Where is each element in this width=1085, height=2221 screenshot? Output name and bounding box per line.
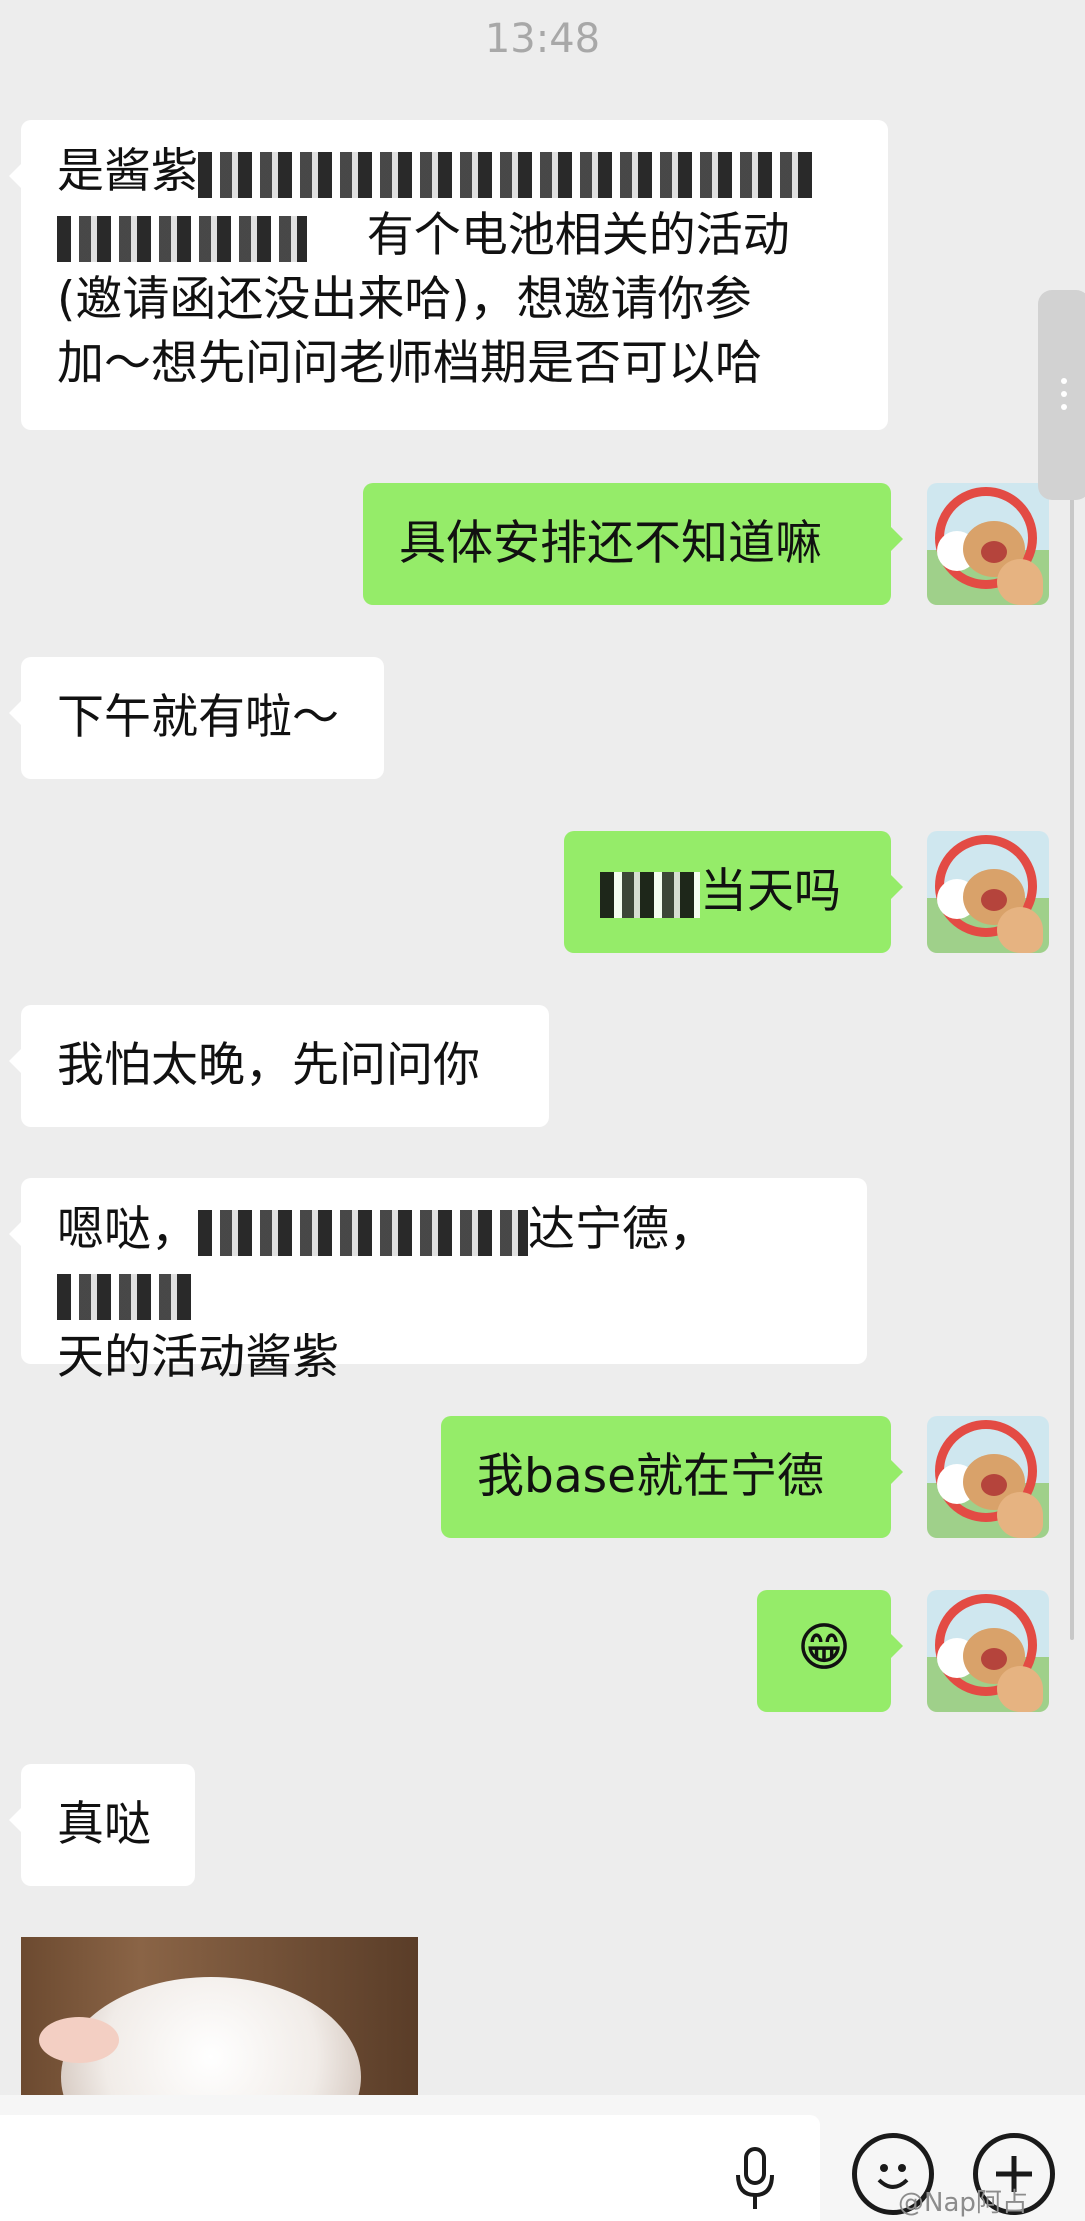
message-timestamp: 13:48 [484,16,601,62]
message-text-part: 当天吗 [700,864,841,919]
self-avatar[interactable] [927,483,1049,605]
message-text: 下午就有啦～ [57,690,339,745]
outgoing-message-bubble[interactable]: 我base就在宁德 [441,1416,903,1538]
outgoing-message-bubble[interactable]: 具体安排还不知道嘛 [363,483,903,605]
mic-icon[interactable] [733,2145,777,2215]
lamb-ear [39,2017,119,2063]
self-avatar[interactable] [927,1416,1049,1538]
message-text-part: 达宁德， [528,1202,716,1257]
chat-screen: 13:48 是酱紫 有个电池相关的活动 (邀请函还没出来哈)，想邀请你参 加～想… [0,0,1085,2221]
message-input[interactable] [0,2115,820,2221]
redacted-text [57,1273,197,1320]
message-text-part: 嗯哒， [57,1202,198,1257]
watermark-text: @Nap阿占 [898,2188,1028,2218]
message-text: 具体安排还不知道嘛 [399,516,822,571]
redacted-text [57,215,307,262]
incoming-message-bubble[interactable]: 嗯哒， 达宁德， 天的活动酱紫 [9,1178,867,1385]
message-text-part: 是酱紫 [57,144,198,199]
incoming-message-bubble[interactable]: 真哒 [9,1764,195,1886]
redacted-text [198,1209,528,1256]
message-text: 当天吗 [600,860,855,924]
message-text: 嗯哒， 达宁德， 天的活动酱紫 [57,1198,831,1390]
message-text-part: 天的活动酱紫 [57,1330,339,1385]
message-text-part: (邀请函还没出来哈)，想邀请你参 加～想先问问老师档期是否可以哈 [57,272,762,391]
outgoing-emoji-bubble[interactable]: 😁 [757,1590,903,1712]
incoming-message-bubble[interactable]: 我怕太晚，先问问你 [9,1005,549,1127]
grinning-emoji-icon: 😁 [796,1618,852,1678]
self-avatar[interactable] [927,831,1049,953]
redacted-text [198,151,818,198]
outgoing-message-bubble[interactable]: 当天吗 [564,831,903,953]
message-text-part: 有个电池相关的活动 [366,208,790,263]
scroll-handle[interactable] [1038,290,1085,500]
message-text: 我base就在宁德 [477,1449,825,1504]
scrollbar-track[interactable] [1070,400,1074,1640]
message-text: 我怕太晚，先问问你 [57,1038,480,1093]
self-avatar[interactable] [927,1590,1049,1712]
image-message-lamb-photo[interactable] [21,1937,418,2095]
message-text: 真哒 [57,1797,151,1852]
incoming-message-bubble[interactable]: 下午就有啦～ [9,657,384,779]
redacted-text [600,871,700,918]
incoming-message-bubble[interactable]: 是酱紫 有个电池相关的活动 (邀请函还没出来哈)，想邀请你参 加～想先问问老师档… [9,120,888,430]
message-text: 是酱紫 有个电池相关的活动 (邀请函还没出来哈)，想邀请你参 加～想先问问老师档… [57,140,852,396]
